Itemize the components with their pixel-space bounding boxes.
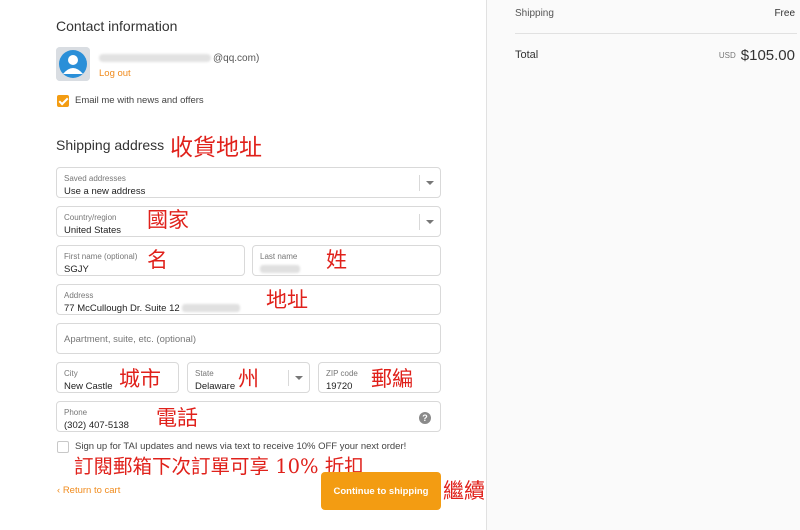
logout-link[interactable]: Log out xyxy=(99,68,131,79)
annotation-zip: 郵編 xyxy=(371,367,413,391)
help-icon[interactable]: ? xyxy=(419,412,431,424)
annotation-country: 國家 xyxy=(147,208,189,232)
email-redacted xyxy=(99,54,211,63)
annotation-address: 地址 xyxy=(266,288,308,312)
email-domain: @qq.com) xyxy=(213,53,260,64)
newsletter-checkbox[interactable] xyxy=(57,95,69,107)
phone-field[interactable]: Phone (302) 407-5138 ? xyxy=(56,401,441,432)
return-to-cart-link[interactable]: ‹ Return to cart xyxy=(57,485,120,496)
chevron-down-icon xyxy=(295,376,303,380)
zip-value: 19720 xyxy=(326,381,353,392)
state-value: Delaware xyxy=(195,381,236,392)
account-email: @qq.com) xyxy=(99,53,259,64)
address-label: Address xyxy=(64,291,94,300)
phone-value: (302) 407-5138 xyxy=(64,420,129,431)
country-value: United States xyxy=(64,225,122,236)
sms-signup-checkbox[interactable] xyxy=(57,441,69,453)
country-select[interactable]: Country/region United States xyxy=(56,206,441,237)
phone-label: Phone xyxy=(64,408,88,417)
annotation-continue: 繼續 xyxy=(443,479,485,503)
summary-shipping-value: Free xyxy=(774,8,795,19)
shipping-section-title: Shipping address xyxy=(56,137,165,153)
newsletter-label: Email me with news and offers xyxy=(75,95,204,106)
first-name-value: SGJY xyxy=(64,264,89,275)
first-name-label: First name (optional) xyxy=(64,252,138,261)
chevron-down-icon xyxy=(426,220,434,224)
chevron-down-icon xyxy=(426,181,434,185)
country-label: Country/region xyxy=(64,213,117,222)
annotation-state: 州 xyxy=(238,367,259,391)
return-to-cart-label: Return to cart xyxy=(62,485,121,496)
saved-addresses-select[interactable]: Saved addresses Use a new address xyxy=(56,167,441,198)
summary-shipping-label: Shipping xyxy=(515,8,554,19)
address-redacted xyxy=(182,304,241,313)
annotation-phone: 電話 xyxy=(156,406,198,430)
summary-shipping-row: Shipping Free xyxy=(515,8,795,19)
last-name-label: Last name xyxy=(260,252,298,261)
annotation-last-name: 姓 xyxy=(326,248,347,272)
summary-total-amount: USD $105.00 xyxy=(719,47,795,64)
select-separator xyxy=(288,370,289,386)
annotation-first-name: 名 xyxy=(147,248,168,272)
saved-addresses-value: Use a new address xyxy=(64,186,146,197)
order-summary-panel xyxy=(486,0,800,530)
select-separator xyxy=(419,214,420,230)
summary-total-row: Total USD $105.00 xyxy=(515,47,795,64)
summary-divider xyxy=(515,33,797,34)
last-name-redacted xyxy=(260,264,300,275)
address-field[interactable]: Address 77 McCullough Dr. Suite 12 xyxy=(56,284,441,315)
apartment-placeholder: Apartment, suite, etc. (optional) xyxy=(64,334,197,345)
user-avatar-icon xyxy=(56,47,90,81)
annotation-shipping-address: 收貨地址 xyxy=(170,135,262,161)
avatar xyxy=(56,47,90,81)
summary-currency: USD xyxy=(718,51,736,60)
annotation-city: 城市 xyxy=(119,367,161,391)
saved-addresses-label: Saved addresses xyxy=(64,174,126,183)
contact-section-title: Contact information xyxy=(56,18,178,34)
state-label: State xyxy=(195,369,214,378)
apartment-field[interactable]: Apartment, suite, etc. (optional) xyxy=(56,323,441,354)
continue-to-shipping-button[interactable]: Continue to shipping xyxy=(321,472,441,510)
city-value: New Castle xyxy=(64,381,113,392)
address-value: 77 McCullough Dr. Suite 12 xyxy=(64,303,180,314)
address-value-wrap: 77 McCullough Dr. Suite 12 xyxy=(64,303,241,314)
summary-total-label: Total xyxy=(515,49,539,61)
zip-label: ZIP code xyxy=(326,369,358,378)
city-label: City xyxy=(64,369,78,378)
summary-total-value: $105.00 xyxy=(740,47,795,64)
checkout-form-panel: Contact information @qq.com) Log out Ema… xyxy=(0,0,486,530)
select-separator xyxy=(419,175,420,191)
